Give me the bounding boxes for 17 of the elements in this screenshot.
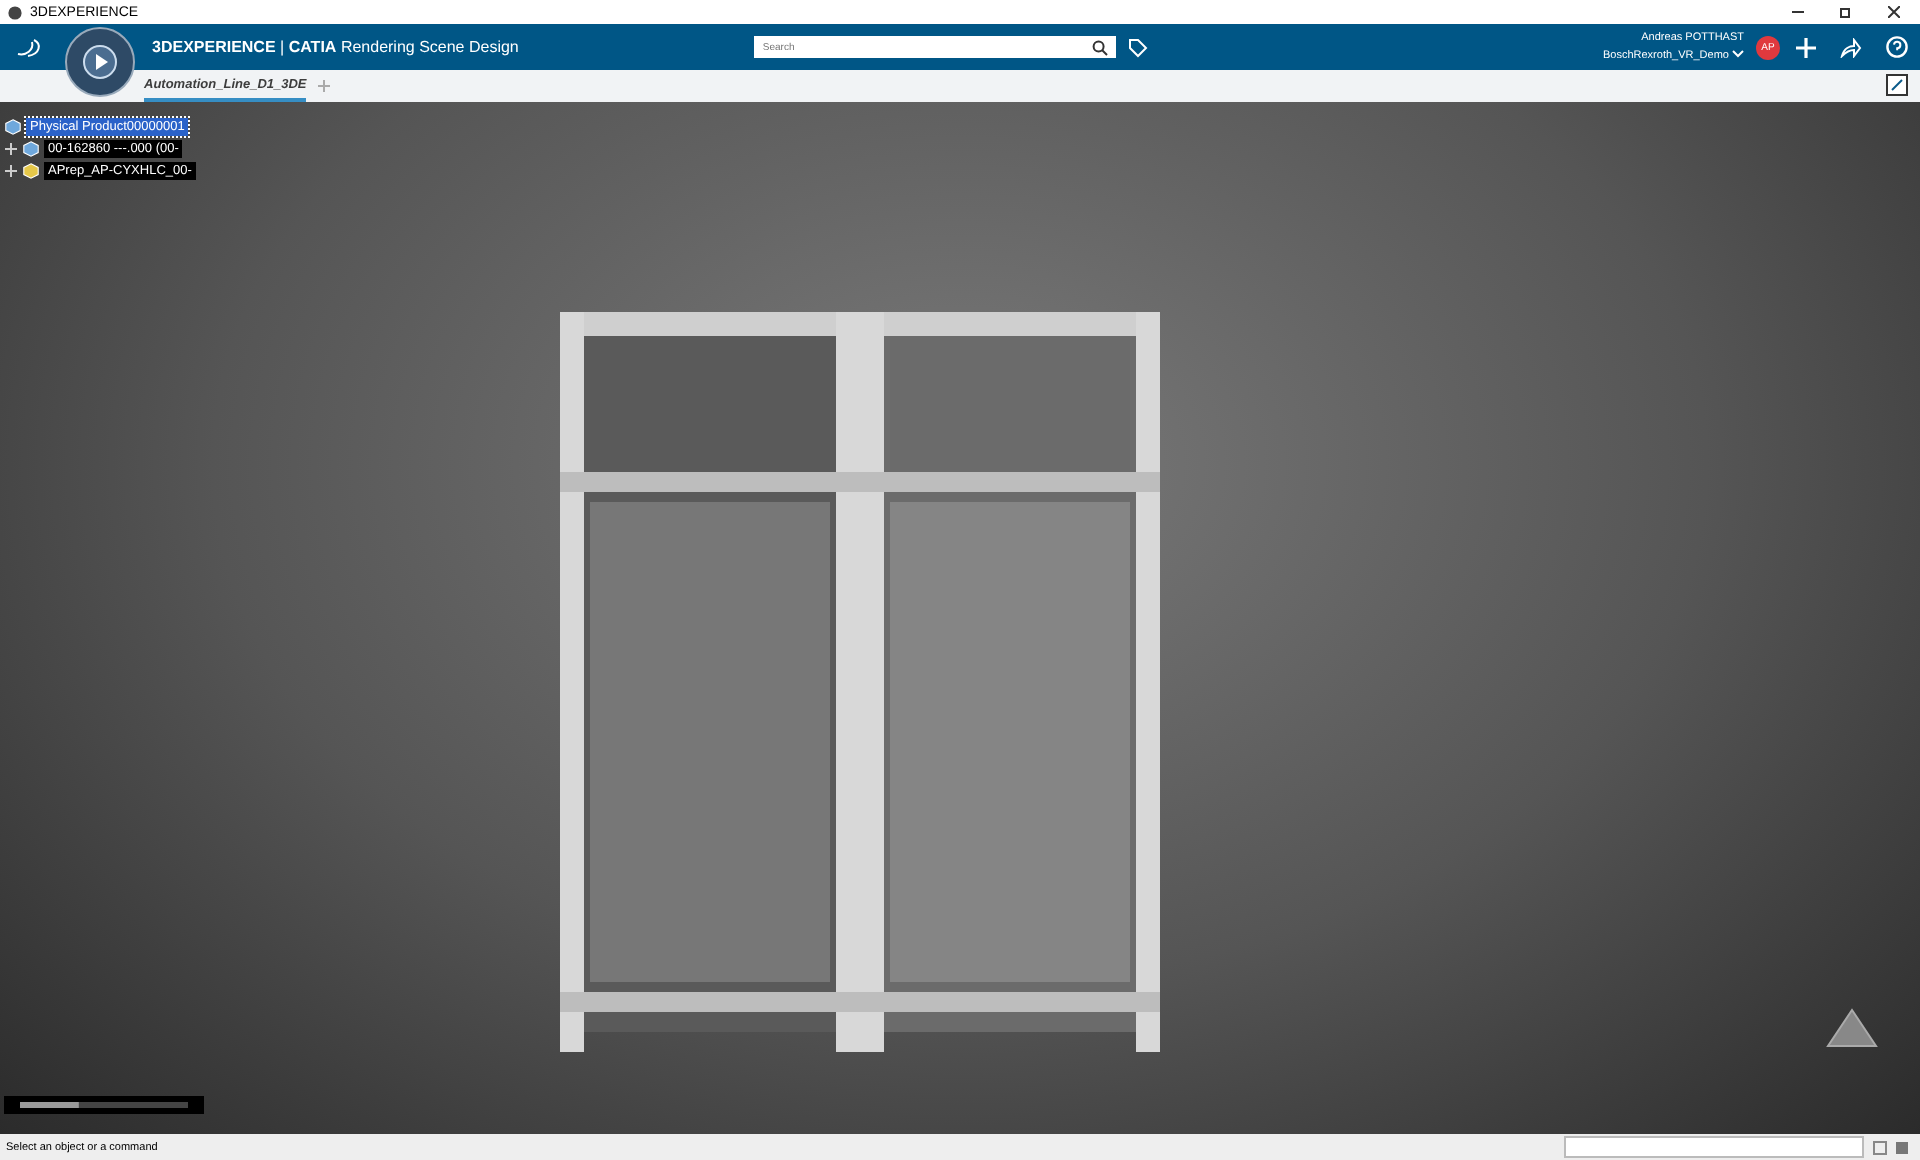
restore-icon[interactable] bbox=[1840, 6, 1852, 18]
app-title: 3DEXPERIENCE | CATIA Rendering Scene Design bbox=[152, 38, 519, 56]
app-logo-icon bbox=[8, 5, 22, 19]
caret-icon[interactable] bbox=[1732, 50, 1744, 58]
share-icon[interactable] bbox=[1840, 37, 1862, 57]
search-icon[interactable] bbox=[1092, 39, 1109, 55]
expand-icon[interactable] bbox=[4, 142, 18, 156]
plus-icon[interactable] bbox=[1796, 37, 1816, 57]
command-field[interactable] bbox=[1564, 1136, 1864, 1158]
tag-icon[interactable] bbox=[1128, 37, 1149, 57]
minimize-icon[interactable] bbox=[1792, 6, 1804, 18]
zoom-slider[interactable] bbox=[4, 1096, 204, 1114]
close-icon[interactable] bbox=[1888, 6, 1900, 18]
collapse-icon[interactable] bbox=[1886, 74, 1908, 96]
expand-icon[interactable] bbox=[4, 164, 18, 178]
help-icon[interactable] bbox=[1886, 36, 1908, 58]
status-icon[interactable] bbox=[1872, 1139, 1912, 1155]
